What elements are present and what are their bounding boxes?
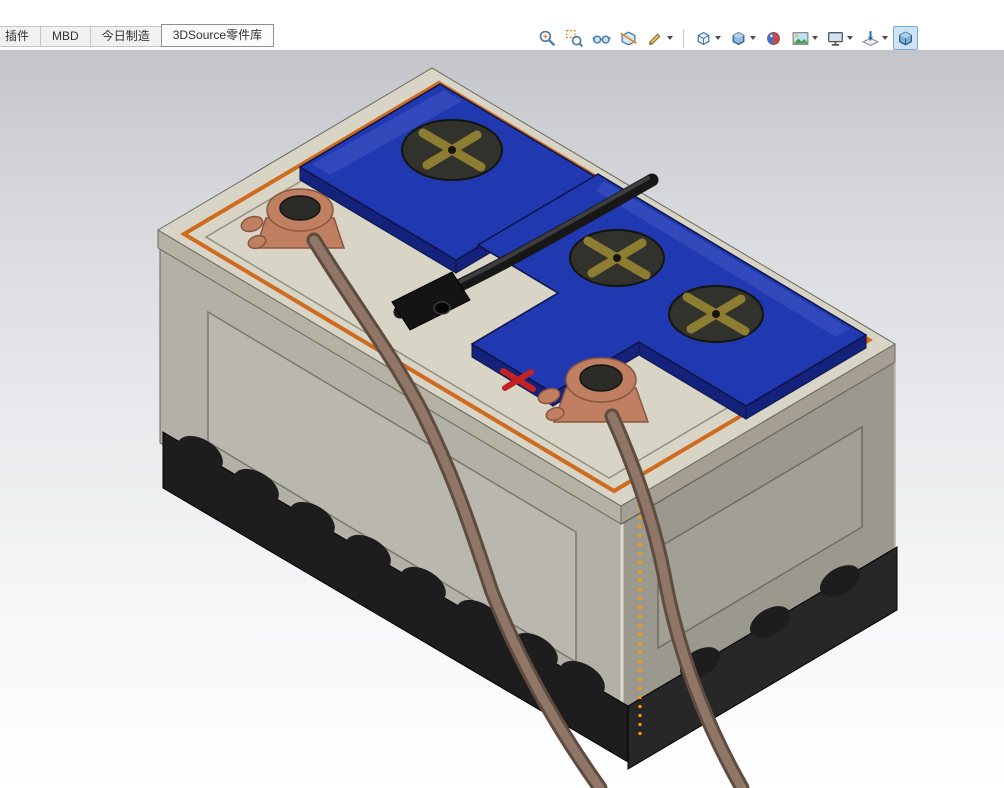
annotation-views-button[interactable] bbox=[643, 26, 676, 50]
tab-3dsource-parts-library[interactable]: 3DSource零件库 bbox=[161, 24, 274, 47]
zoom-to-area-icon bbox=[565, 29, 584, 48]
zoom-to-fit-icon bbox=[538, 29, 557, 48]
view-settings-button[interactable] bbox=[823, 26, 856, 50]
section-view-button[interactable] bbox=[616, 26, 641, 50]
edit-appearance-button[interactable] bbox=[761, 26, 786, 50]
pencil-icon bbox=[646, 29, 665, 48]
shaded-cube-icon bbox=[729, 29, 748, 48]
vent-cap[interactable] bbox=[570, 230, 664, 286]
caret-down-icon bbox=[715, 36, 721, 40]
caret-down-icon bbox=[882, 36, 888, 40]
zoom-to-fit-button[interactable] bbox=[535, 26, 560, 50]
tab-mbd[interactable]: MBD bbox=[40, 26, 91, 47]
section-view-icon bbox=[619, 29, 638, 48]
glasses-icon bbox=[592, 29, 611, 48]
scene-icon bbox=[791, 29, 810, 48]
hide-show-items-button[interactable] bbox=[589, 26, 614, 50]
caret-down-icon bbox=[847, 36, 853, 40]
heads-up-view-toolbar bbox=[535, 26, 918, 50]
vent-cap[interactable] bbox=[669, 286, 763, 342]
display-style-button[interactable] bbox=[726, 26, 759, 50]
3d-drawing-view-button[interactable] bbox=[858, 26, 891, 50]
tab-plugins[interactable]: 插件 bbox=[0, 26, 41, 47]
toolbar-divider bbox=[683, 29, 684, 48]
appearance-ball-icon bbox=[764, 29, 783, 48]
blue-cube-icon bbox=[896, 29, 915, 48]
tab-today-manufacturing[interactable]: 今日制造 bbox=[90, 26, 162, 47]
wire-cube-icon bbox=[694, 29, 713, 48]
vent-cap[interactable] bbox=[402, 120, 502, 180]
apply-scene-button[interactable] bbox=[788, 26, 821, 50]
shaded-cube-toggle-button[interactable] bbox=[893, 26, 918, 50]
caret-down-icon bbox=[750, 36, 756, 40]
view-orientation-button[interactable] bbox=[691, 26, 724, 50]
caret-down-icon bbox=[812, 36, 818, 40]
monitor-icon bbox=[826, 29, 845, 48]
battery-model-scene[interactable] bbox=[0, 50, 1004, 788]
zoom-to-area-button[interactable] bbox=[562, 26, 587, 50]
3d-drawing-view-icon bbox=[861, 29, 880, 48]
graphics-viewport[interactable] bbox=[0, 50, 1004, 788]
caret-down-icon bbox=[667, 36, 673, 40]
tab-bar: 插件 MBD 今日制造 3DSource零件库 bbox=[0, 24, 274, 47]
app-header: 插件 MBD 今日制造 3DSource零件库 bbox=[0, 0, 1004, 50]
